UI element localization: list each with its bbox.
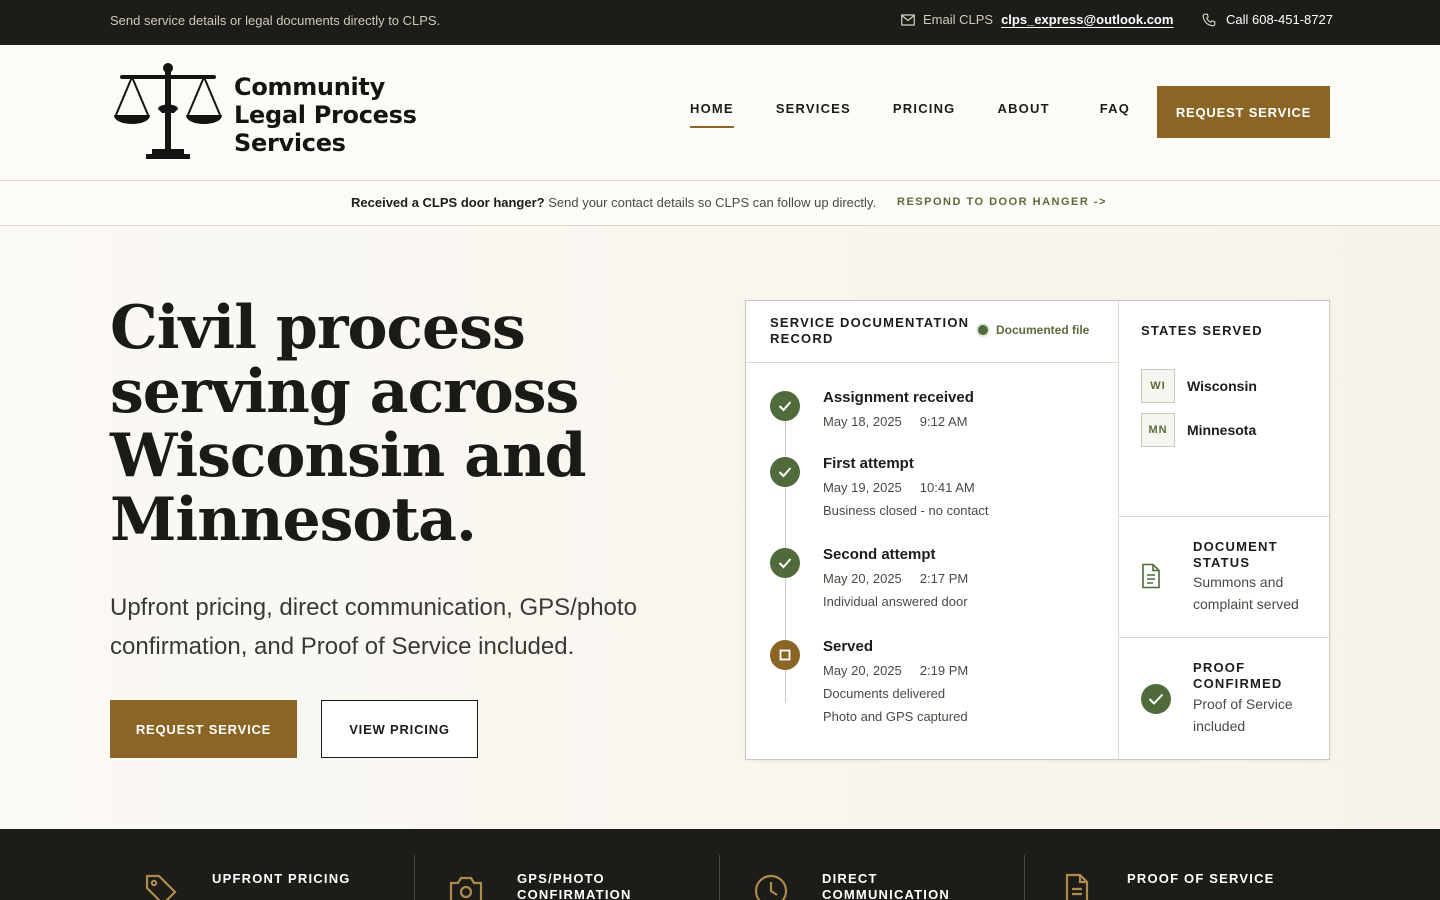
email-link[interactable]: clps_express@outlook.com bbox=[1001, 12, 1173, 27]
clock-icon bbox=[753, 873, 789, 900]
check-icon bbox=[770, 391, 800, 421]
service-record-card: SERVICE DOCUMENTATION RECORD Documented … bbox=[745, 300, 1330, 760]
check-icon bbox=[770, 457, 800, 487]
features-bar: UPFRONT PRICING GPS/PHOTO CONFIRMATION D… bbox=[0, 829, 1440, 900]
badge-label: Documented file bbox=[996, 323, 1090, 337]
request-service-button[interactable]: REQUEST SERVICE bbox=[1157, 86, 1330, 138]
timeline-note: Individual answered door bbox=[823, 594, 968, 609]
timeline-time: 10:41 AM bbox=[919, 480, 975, 495]
view-pricing-button[interactable]: VIEW PRICING bbox=[321, 700, 478, 758]
timeline-note: Photo and GPS captured bbox=[823, 709, 968, 724]
document-status-text: Summons and complaint served bbox=[1193, 574, 1299, 612]
record-panel: SERVICE DOCUMENTATION RECORD Documented … bbox=[746, 301, 1119, 759]
hero-subhead: Upfront pricing, direct communication, G… bbox=[110, 594, 637, 660]
topbar-call[interactable]: Call 608-451-8727 bbox=[1202, 12, 1333, 27]
brand-name: Community Legal Process Services bbox=[234, 73, 417, 157]
nav-home[interactable]: HOME bbox=[690, 101, 734, 128]
document-status: DOCUMENT STATUS Summons and complaint se… bbox=[1119, 517, 1329, 638]
record-sidebar: STATES SERVED WI Wisconsin MN Minnesota … bbox=[1119, 301, 1329, 759]
nav-faq[interactable]: FAQ bbox=[1100, 101, 1130, 128]
document-status-title: DOCUMENT STATUS bbox=[1193, 539, 1278, 570]
timeline-body: First attempt May 19, 2025 10:41 AM Busi… bbox=[823, 455, 988, 526]
proof-text: Proof of Service included bbox=[1193, 696, 1293, 734]
proof-confirmed: PROOF CONFIRMED Proof of Service include… bbox=[1119, 638, 1329, 758]
state-code: MN bbox=[1141, 413, 1175, 447]
states-served: STATES SERVED WI Wisconsin MN Minnesota bbox=[1119, 301, 1329, 517]
top-bar: Send service details or legal documents … bbox=[0, 0, 1440, 45]
status-dot-icon bbox=[978, 325, 988, 335]
brand-line-2: Legal Process bbox=[234, 100, 417, 129]
banner-text: Received a CLPS door hanger? Send your c… bbox=[351, 195, 876, 210]
state-name: Minnesota bbox=[1187, 422, 1257, 438]
door-hanger-banner: Received a CLPS door hanger? Send your c… bbox=[0, 181, 1440, 226]
feature-title: GPS/PHOTO CONFIRMATION bbox=[517, 871, 632, 900]
nav-about[interactable]: ABOUT bbox=[998, 101, 1050, 128]
timeline-time: 2:17 PM bbox=[919, 571, 969, 586]
state-item-minnesota: MN Minnesota bbox=[1141, 413, 1256, 447]
document-icon bbox=[1065, 873, 1089, 900]
feature-gps-photo: GPS/PHOTO CONFIRMATION bbox=[415, 829, 720, 900]
served-square-icon bbox=[770, 640, 800, 670]
timeline-date: May 19, 2025 bbox=[823, 480, 902, 495]
feature-title: DIRECT COMMUNICATION bbox=[822, 871, 951, 900]
scales-icon bbox=[112, 63, 224, 166]
logo[interactable]: Community Legal Process Services bbox=[112, 63, 417, 166]
timeline-date: May 20, 2025 bbox=[823, 571, 902, 586]
topbar-email: Email CLPS clps_express@outlook.com bbox=[901, 12, 1173, 27]
mail-icon bbox=[901, 13, 915, 26]
check-circle-icon bbox=[1141, 684, 1171, 719]
nav-pricing[interactable]: PRICING bbox=[893, 101, 956, 128]
documented-badge: Documented file bbox=[978, 323, 1089, 337]
timeline-note: Business closed - no contact bbox=[823, 503, 989, 518]
brand-line-3: Services bbox=[234, 128, 346, 157]
states-title: STATES SERVED bbox=[1141, 323, 1263, 338]
feature-proof-of-service: PROOF OF SERVICE bbox=[1025, 829, 1440, 900]
timeline-date: May 18, 2025 bbox=[823, 414, 902, 429]
state-code: WI bbox=[1141, 369, 1175, 403]
timeline-meta: May 20, 2025 2:19 PM bbox=[823, 663, 968, 678]
timeline-time: 2:19 PM bbox=[919, 663, 969, 678]
site-header: Community Legal Process Services HOME SE… bbox=[0, 45, 1440, 181]
timeline-note: Documents delivered bbox=[823, 686, 946, 701]
timeline-meta: May 19, 2025 10:41 AM bbox=[823, 480, 988, 495]
feature-title: PROOF OF SERVICE bbox=[1127, 871, 1275, 886]
respond-door-hanger-link[interactable]: RESPOND TO DOOR HANGER -> bbox=[897, 196, 1107, 208]
tag-icon bbox=[144, 873, 178, 900]
feature-upfront-pricing: UPFRONT PRICING bbox=[0, 829, 414, 900]
timeline-meta: May 20, 2025 2:17 PM bbox=[823, 571, 968, 586]
hero-headline: Civil process serving across Wisconsin a… bbox=[110, 293, 587, 555]
call-label: Call 608-451-8727 bbox=[1226, 12, 1333, 27]
topbar-message: Send service details or legal documents … bbox=[110, 13, 441, 28]
record-header: SERVICE DOCUMENTATION RECORD Documented … bbox=[746, 301, 1118, 363]
timeline-time: 9:12 AM bbox=[919, 414, 968, 429]
feature-direct-communication: DIRECT COMMUNICATION bbox=[720, 829, 1025, 900]
timeline-meta: May 18, 2025 9:12 AM bbox=[823, 414, 974, 429]
hero-request-service-button[interactable]: REQUEST SERVICE bbox=[110, 700, 297, 758]
hero-section: Civil process serving across Wisconsin a… bbox=[0, 226, 1440, 829]
timeline-body: Assignment received May 18, 2025 9:12 AM bbox=[823, 389, 974, 437]
email-label: Email CLPS bbox=[923, 12, 994, 27]
state-item-wisconsin: WI Wisconsin bbox=[1141, 369, 1257, 403]
document-icon bbox=[1141, 563, 1161, 594]
state-name: Wisconsin bbox=[1187, 378, 1257, 394]
phone-icon bbox=[1202, 13, 1216, 27]
nav-services[interactable]: SERVICES bbox=[776, 101, 851, 128]
banner-bold: Received a CLPS door hanger? bbox=[351, 195, 545, 210]
banner-body: Send your contact details so CLPS can fo… bbox=[548, 195, 877, 210]
timeline-title: First attempt bbox=[823, 455, 914, 472]
check-icon bbox=[770, 548, 800, 578]
timeline-body: Second attempt May 20, 2025 2:17 PM Indi… bbox=[823, 546, 968, 617]
main-nav: HOME SERVICES PRICING ABOUT FAQ bbox=[690, 101, 1172, 128]
timeline-title: Assignment received bbox=[823, 389, 974, 406]
timeline-date: May 20, 2025 bbox=[823, 663, 902, 678]
timeline-body: Served May 20, 2025 2:19 PM Documents de… bbox=[823, 638, 968, 732]
brand-line-1: Community bbox=[234, 72, 385, 101]
camera-icon bbox=[449, 873, 483, 900]
timeline-title: Served bbox=[823, 638, 874, 655]
timeline-title: Second attempt bbox=[823, 546, 936, 563]
record-title: SERVICE DOCUMENTATION RECORD bbox=[770, 315, 970, 346]
feature-title: UPFRONT PRICING bbox=[212, 871, 351, 886]
proof-title: PROOF CONFIRMED bbox=[1193, 660, 1283, 691]
